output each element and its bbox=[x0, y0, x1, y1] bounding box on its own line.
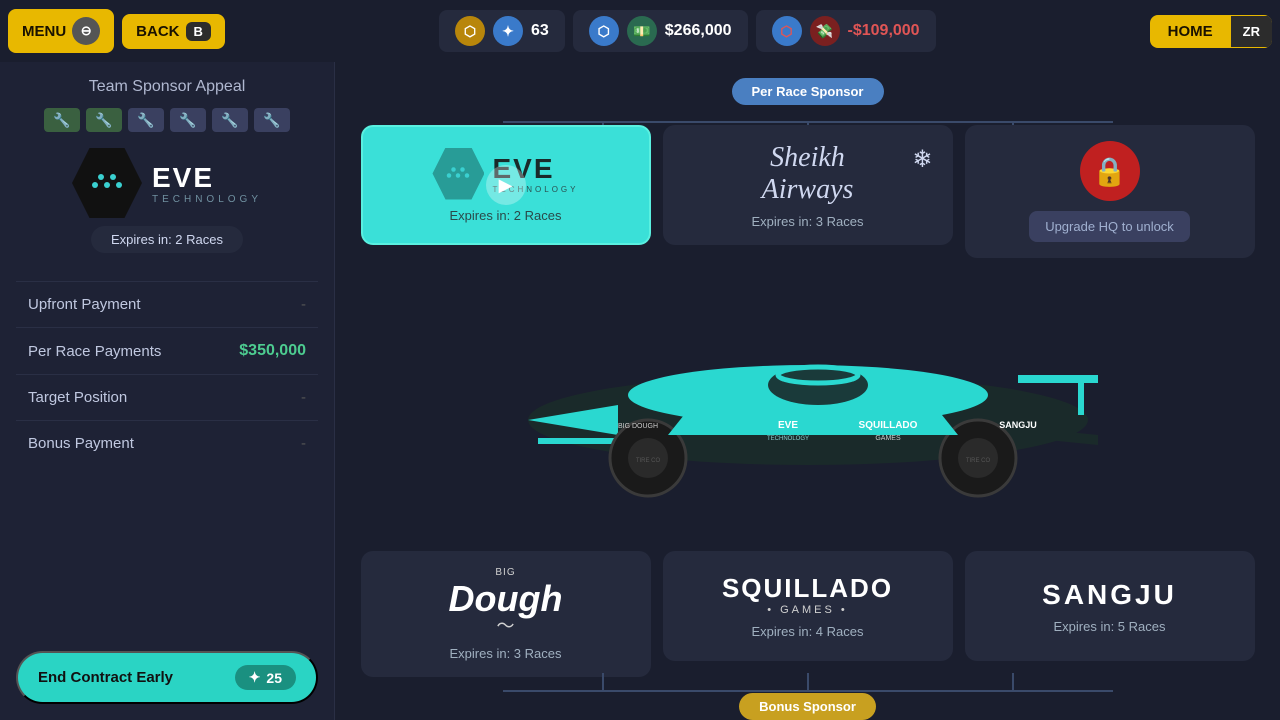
sponsor-cards-top: ▶ EVE T bbox=[335, 113, 1280, 258]
eve-name: EVE bbox=[152, 162, 262, 194]
upfront-payment-row: Upfront Payment - bbox=[16, 281, 318, 327]
squillado-expires: Expires in: 4 Races bbox=[752, 624, 864, 639]
eve-sub: TECHNOLOGY bbox=[152, 194, 262, 205]
svg-text:SANGJU: SANGJU bbox=[999, 420, 1037, 430]
back-label: BACK bbox=[136, 23, 179, 40]
back-badge: B bbox=[186, 22, 211, 41]
money-stat: ⬡ 💵 $266,000 bbox=[573, 10, 748, 52]
sheikh-sponsor-card[interactable]: ❄ SheikhAirways Expires in: 3 Races bbox=[663, 125, 953, 245]
upgrade-hq-label: Upgrade HQ to unlock bbox=[1029, 211, 1190, 242]
car-area: EVE TECHNOLOGY SQUILLADO GAMES SANGJU BI… bbox=[335, 248, 1280, 561]
target-position-row: Target Position - bbox=[16, 374, 318, 420]
bigdough-expires: Expires in: 3 Races bbox=[450, 646, 562, 661]
home-label: HOME bbox=[1150, 15, 1231, 48]
svg-text:TIRE CO: TIRE CO bbox=[965, 458, 990, 464]
per-race-label-container: Per Race Sponsor bbox=[335, 78, 1280, 105]
home-badge: ZR bbox=[1231, 16, 1272, 47]
menu-button[interactable]: MENU ⊖ bbox=[8, 9, 114, 53]
eve-card-hex bbox=[432, 148, 484, 200]
eve-logo: EVE TECHNOLOGY bbox=[72, 148, 262, 218]
cost-icon: ✦ bbox=[249, 669, 261, 686]
panel-title: Team Sponsor Appeal bbox=[89, 78, 246, 96]
bonus-payment-row: Bonus Payment - bbox=[16, 420, 318, 466]
svg-text:BIG DOUGH: BIG DOUGH bbox=[617, 423, 657, 430]
bonus-value: - bbox=[301, 435, 306, 452]
appeal-icon-3: 🔧 bbox=[128, 108, 164, 132]
sheikh-card-expires: Expires in: 3 Races bbox=[752, 214, 864, 229]
top-bar: MENU ⊖ BACK B ⬡ ✦ 63 ⬡ 💵 $266,000 ⬡ 💸 -$… bbox=[0, 0, 1280, 62]
eve-hex-icon bbox=[72, 148, 142, 218]
bigdough-sponsor-card[interactable]: BIG Dough 〜 Expires in: 3 Races bbox=[361, 551, 651, 677]
per-race-section-label: Per Race Sponsor bbox=[732, 78, 884, 105]
per-race-row: Per Race Payments $350,000 bbox=[16, 327, 318, 374]
appeal-icon-1: 🔧 bbox=[44, 108, 80, 132]
squillado-text: SQUILLADO • GAMES • bbox=[722, 573, 893, 616]
end-contract-button[interactable]: End Contract Early ✦ 25 bbox=[16, 651, 318, 704]
bonus-label-container: Bonus Sponsor bbox=[335, 693, 1280, 720]
appeal-icon-2: 🔧 bbox=[86, 108, 122, 132]
svg-text:TIRE CO: TIRE CO bbox=[635, 458, 660, 464]
top-sponsors-section: Per Race Sponsor ▶ bbox=[335, 62, 1280, 258]
appeal-icon-6: 🔧 bbox=[254, 108, 290, 132]
home-button[interactable]: HOME ZR bbox=[1150, 15, 1272, 48]
bigdough-text: BIG Dough 〜 bbox=[449, 567, 563, 638]
appeal-icons: 🔧 🔧 🔧 🔧 🔧 🔧 bbox=[44, 108, 290, 132]
squillado-name: SQUILLADO bbox=[722, 573, 893, 604]
car-svg: EVE TECHNOLOGY SQUILLADO GAMES SANGJU BI… bbox=[458, 290, 1158, 520]
prestige-value: 63 bbox=[531, 22, 549, 40]
settings2-icon: ⬡ bbox=[772, 16, 802, 46]
left-panel: Team Sponsor Appeal 🔧 🔧 🔧 🔧 🔧 🔧 bbox=[0, 62, 335, 720]
eve-text-block: EVE TECHNOLOGY bbox=[152, 162, 262, 205]
target-label: Target Position bbox=[28, 389, 127, 406]
locked-sponsor-card[interactable]: 🔒 Upgrade HQ to unlock bbox=[965, 125, 1255, 258]
svg-text:EVE: EVE bbox=[777, 420, 797, 431]
svg-text:GAMES: GAMES bbox=[875, 435, 901, 442]
per-race-label: Per Race Payments bbox=[28, 343, 161, 360]
sangju-expires: Expires in: 5 Races bbox=[1054, 619, 1166, 634]
debt-value: -$109,000 bbox=[848, 22, 920, 40]
star-icon: ✦ bbox=[493, 16, 523, 46]
per-race-value: $350,000 bbox=[239, 342, 306, 360]
right-panel: Per Race Sponsor ▶ bbox=[335, 62, 1280, 720]
upfront-label: Upfront Payment bbox=[28, 296, 141, 313]
sponsor-cards-bottom: BIG Dough 〜 Expires in: 3 Races SQUILLAD… bbox=[335, 551, 1280, 689]
eve-card-expires: Expires in: 2 Races bbox=[450, 208, 562, 223]
play-overlay: ▶ bbox=[486, 165, 526, 205]
squillado-sub: • GAMES • bbox=[722, 604, 893, 616]
svg-text:SQUILLADO: SQUILLADO bbox=[858, 420, 917, 431]
lock-icon: 🔒 bbox=[1080, 141, 1140, 201]
back-button[interactable]: BACK B bbox=[122, 14, 225, 49]
bonus-label: Bonus Payment bbox=[28, 435, 134, 452]
sangju-text: SANGJU bbox=[1042, 579, 1177, 611]
bottom-connector-svg bbox=[503, 681, 1113, 701]
end-contract-label: End Contract Early bbox=[38, 669, 173, 686]
snowflake-icon: ❄ bbox=[912, 145, 932, 174]
appeal-icon-5: 🔧 bbox=[212, 108, 248, 132]
eve-sponsor-card[interactable]: ▶ EVE T bbox=[361, 125, 651, 245]
squillado-sponsor-card[interactable]: SQUILLADO • GAMES • Expires in: 4 Races bbox=[663, 551, 953, 661]
end-contract-cost-badge: ✦ 25 bbox=[235, 665, 296, 690]
bigdough-big: BIG bbox=[449, 567, 563, 578]
end-contract-cost: 25 bbox=[266, 670, 282, 686]
appeal-icon-4: 🔧 bbox=[170, 108, 206, 132]
target-value: - bbox=[301, 389, 306, 406]
upfront-value: - bbox=[301, 296, 306, 313]
sangju-sponsor-card[interactable]: SANGJU Expires in: 5 Races bbox=[965, 551, 1255, 661]
menu-label: MENU bbox=[22, 23, 66, 40]
prestige-icon: ⬡ bbox=[455, 16, 485, 46]
svg-text:TECHNOLOGY: TECHNOLOGY bbox=[766, 436, 808, 442]
bottom-sponsors-section: BIG Dough 〜 Expires in: 3 Races SQUILLAD… bbox=[335, 561, 1280, 720]
debt-icon: 💸 bbox=[810, 16, 840, 46]
settings-icon: ⬡ bbox=[589, 16, 619, 46]
menu-icon: ⊖ bbox=[72, 17, 100, 45]
expires-badge: Expires in: 2 Races bbox=[91, 226, 243, 253]
sponsor-logo-area: EVE TECHNOLOGY Expires in: 2 Races bbox=[72, 148, 262, 269]
money-icon: 💵 bbox=[627, 16, 657, 46]
money-value: $266,000 bbox=[665, 22, 732, 40]
debt-stat: ⬡ 💸 -$109,000 bbox=[756, 10, 936, 52]
main-content: Team Sponsor Appeal 🔧 🔧 🔧 🔧 🔧 🔧 bbox=[0, 62, 1280, 720]
sheikh-text: SheikhAirways bbox=[762, 142, 854, 206]
prestige-stat: ⬡ ✦ 63 bbox=[439, 10, 565, 52]
